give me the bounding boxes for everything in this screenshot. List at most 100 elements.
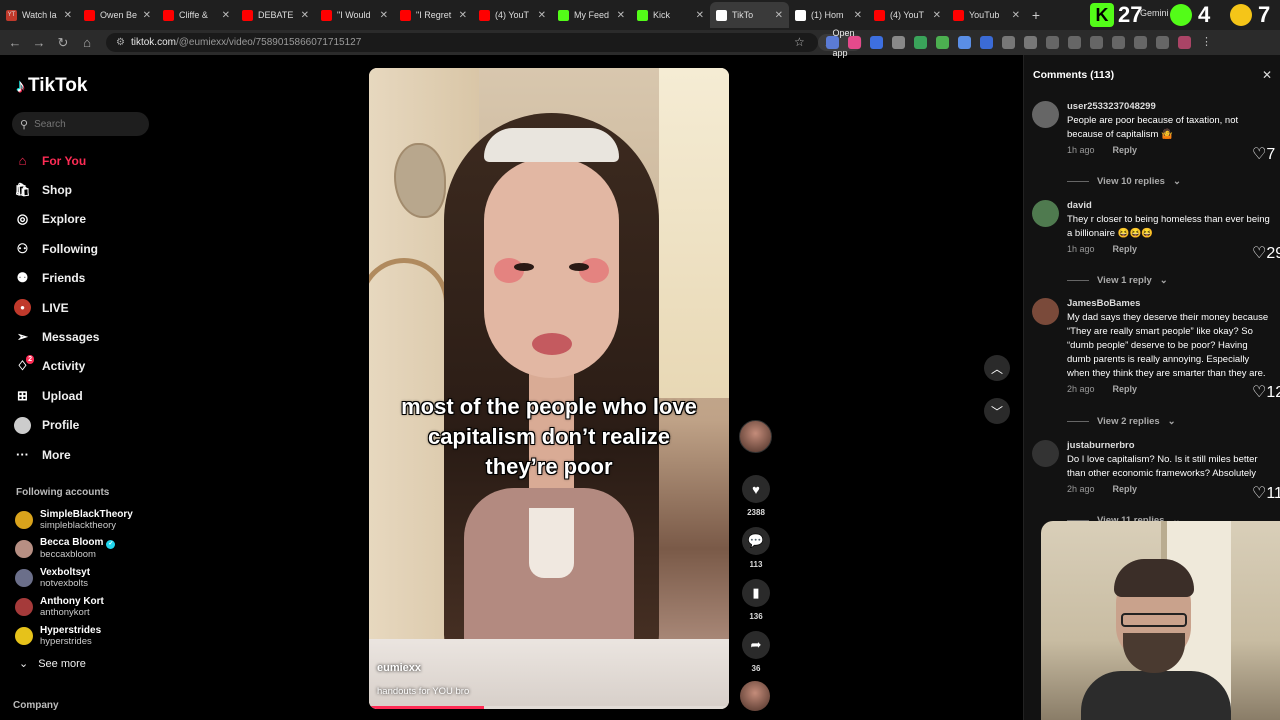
tab-close-icon[interactable]: ✕ — [222, 10, 230, 21]
tab-close-icon[interactable]: ✕ — [380, 10, 388, 21]
comment-username[interactable]: user2533237048299 — [1067, 101, 1272, 112]
reply-button[interactable]: Reply — [1113, 145, 1138, 155]
nav-item-friends[interactable]: ⚉ Friends — [14, 264, 99, 293]
view-replies-button[interactable]: View 1 reply ⌄ — [1067, 275, 1168, 286]
comment-button[interactable]: 💬 113 — [742, 527, 770, 569]
video-author[interactable]: eumiexx — [377, 662, 421, 674]
comment-username[interactable]: david — [1067, 200, 1272, 211]
nav-item-following[interactable]: ⚇ Following — [14, 234, 99, 263]
tab-close-icon[interactable]: ✕ — [538, 10, 546, 21]
home-icon[interactable]: ⌂ — [75, 35, 99, 50]
puzzle-icon[interactable] — [1024, 36, 1037, 49]
browser-tab[interactable]: My Feed ✕ — [552, 2, 631, 28]
downloads-icon[interactable] — [1068, 36, 1081, 49]
following-account[interactable]: Becca Bloom ✓ beccaxbloom — [15, 534, 133, 563]
profile-switch-icon[interactable] — [1134, 36, 1147, 49]
following-account[interactable]: Anthony Kort anthonykort — [15, 593, 133, 622]
reply-button[interactable]: Reply — [1113, 484, 1138, 494]
comment-like-button[interactable]: ♡7 — [1252, 144, 1275, 164]
video-progress-bar[interactable] — [369, 706, 729, 709]
browser-tab[interactable]: YouTub ✕ — [947, 2, 1026, 28]
extension-icon[interactable] — [936, 36, 949, 49]
nav-item-activity[interactable]: ♢ 2 Activity — [14, 352, 99, 381]
site-info-icon[interactable]: ⚙ — [116, 37, 125, 48]
browser-tab[interactable]: "I Regret ✕ — [394, 2, 473, 28]
devtools-icon[interactable] — [1090, 36, 1103, 49]
nav-item-messages[interactable]: ➢ Messages — [14, 322, 99, 351]
nav-item-profile[interactable]: ● Profile — [14, 411, 99, 440]
tab-close-icon[interactable]: ✕ — [1012, 10, 1020, 21]
comment-like-button[interactable]: ♡11 — [1252, 483, 1280, 503]
company-link[interactable]: Company — [13, 700, 59, 711]
menu-kebab-icon[interactable]: ⋮ — [1200, 36, 1213, 49]
tab-close-icon[interactable]: ✕ — [775, 10, 783, 21]
extension-icon[interactable] — [958, 36, 971, 49]
next-video-button[interactable]: ﹀ — [984, 398, 1010, 424]
reply-button[interactable]: Reply — [1113, 384, 1138, 394]
comment-username[interactable]: justaburnerbro — [1067, 440, 1272, 451]
nav-item-shop[interactable]: 🛍 Shop — [14, 175, 99, 204]
browser-tab[interactable]: (4) YouT ✕ — [868, 2, 947, 28]
profile-avatar-icon[interactable] — [1178, 36, 1191, 49]
following-account[interactable]: Vexboltsyt notvexbolts — [15, 563, 133, 592]
browser-tab[interactable]: Owen Be ✕ — [78, 2, 157, 28]
browser-tab[interactable]: TikTo ✕ — [710, 2, 789, 28]
tab-close-icon[interactable]: ✕ — [459, 10, 467, 21]
extension-icon[interactable] — [870, 36, 883, 49]
reload-icon[interactable]: ↻ — [51, 35, 75, 51]
browser-tab[interactable]: "I Would ✕ — [315, 2, 394, 28]
history-icon[interactable] — [1046, 36, 1059, 49]
browser-tab[interactable]: (4) YouT ✕ — [473, 2, 552, 28]
reply-button[interactable]: Reply — [1113, 244, 1138, 254]
search-box[interactable]: ⚲ — [12, 112, 149, 136]
tab-close-icon[interactable]: ✕ — [301, 10, 309, 21]
tab-close-icon[interactable]: ✕ — [933, 10, 941, 21]
share-button[interactable]: ➦ 36 — [742, 631, 770, 673]
browser-tab[interactable]: (1) Hom ✕ — [789, 2, 868, 28]
comment-username[interactable]: JamesBoBames — [1067, 298, 1272, 309]
tiktok-logo[interactable]: ♪ TikTok — [16, 75, 87, 97]
avatar[interactable] — [1032, 101, 1059, 128]
new-tab-button[interactable]: + — [1026, 7, 1046, 23]
creator-avatar[interactable] — [739, 420, 772, 453]
avatar[interactable] — [1032, 298, 1059, 325]
view-replies-button[interactable]: View 10 replies ⌄ — [1067, 176, 1181, 187]
extension-icon[interactable] — [826, 36, 839, 49]
following-account[interactable]: SimpleBlackTheory simpleblacktheory — [15, 505, 133, 534]
see-more-button[interactable]: ⌄ See more — [19, 657, 86, 671]
media-icon[interactable] — [1156, 36, 1169, 49]
extension-icon[interactable] — [848, 36, 861, 49]
comment-like-button[interactable]: ♡29 — [1252, 243, 1280, 263]
search-input[interactable] — [34, 118, 135, 130]
extension-icon[interactable] — [980, 36, 993, 49]
back-icon[interactable]: ← — [3, 35, 27, 50]
nav-item-more[interactable]: ··· More — [14, 440, 99, 469]
tab-close-icon[interactable]: ✕ — [143, 10, 151, 21]
previous-video-button[interactable]: ︿ — [984, 355, 1010, 381]
save-button[interactable]: ▮ 136 — [742, 579, 770, 621]
extension-icon[interactable] — [1002, 36, 1015, 49]
tab-close-icon[interactable]: ✕ — [617, 10, 625, 21]
extension-icon[interactable] — [914, 36, 927, 49]
bookmark-star-icon[interactable]: ☆ — [794, 35, 805, 49]
comment-like-button[interactable]: ♡120 — [1252, 382, 1280, 402]
tab-close-icon[interactable]: ✕ — [696, 10, 704, 21]
tab-close-icon[interactable]: ✕ — [64, 10, 72, 21]
view-replies-button[interactable]: View 2 replies ⌄ — [1067, 416, 1176, 427]
following-account[interactable]: Hyperstrides hyperstrides — [15, 622, 133, 651]
sound-disc-avatar[interactable] — [740, 681, 770, 711]
url-bar[interactable]: ⚙ tiktok.com/@eumiexx/video/758901586607… — [106, 28, 862, 58]
video-player[interactable]: most of the people who love capitalism d… — [369, 68, 729, 709]
nav-item-explore[interactable]: ◎ Explore — [14, 205, 99, 234]
forward-icon[interactable]: → — [27, 35, 51, 50]
avatar[interactable] — [1032, 200, 1059, 227]
avatar[interactable] — [1032, 440, 1059, 467]
nav-item-live[interactable]: ● LIVE — [14, 293, 99, 322]
extension-icon[interactable] — [892, 36, 905, 49]
browser-tab[interactable]: Kick ✕ — [631, 2, 710, 28]
browser-tab[interactable]: Cliffe & ✕ — [157, 2, 236, 28]
browser-tab[interactable]: YT Watch la ✕ — [0, 2, 78, 28]
browser-tab[interactable]: DEBATE ✕ — [236, 2, 315, 28]
sidepanel-icon[interactable] — [1112, 36, 1125, 49]
nav-item-upload[interactable]: ⊞ Upload — [14, 381, 99, 410]
